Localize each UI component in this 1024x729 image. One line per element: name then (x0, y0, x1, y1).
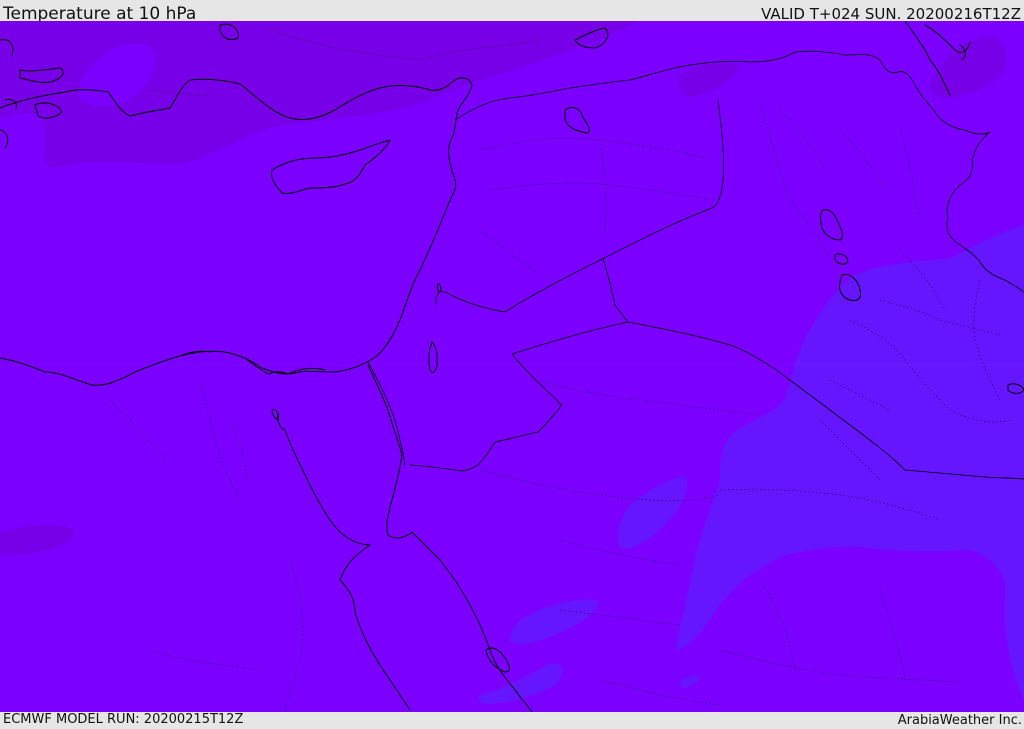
weather-map-frame: Temperature at 10 hPa VALID T+024 SUN. 2… (0, 0, 1024, 729)
valid-time-label: VALID T+024 SUN. 20200216T12Z (761, 5, 1021, 23)
temperature-map (0, 21, 1024, 712)
model-run-label: ECMWF MODEL RUN: 20200215T12Z (3, 712, 244, 727)
credit-label: ArabiaWeather Inc. (897, 713, 1022, 728)
